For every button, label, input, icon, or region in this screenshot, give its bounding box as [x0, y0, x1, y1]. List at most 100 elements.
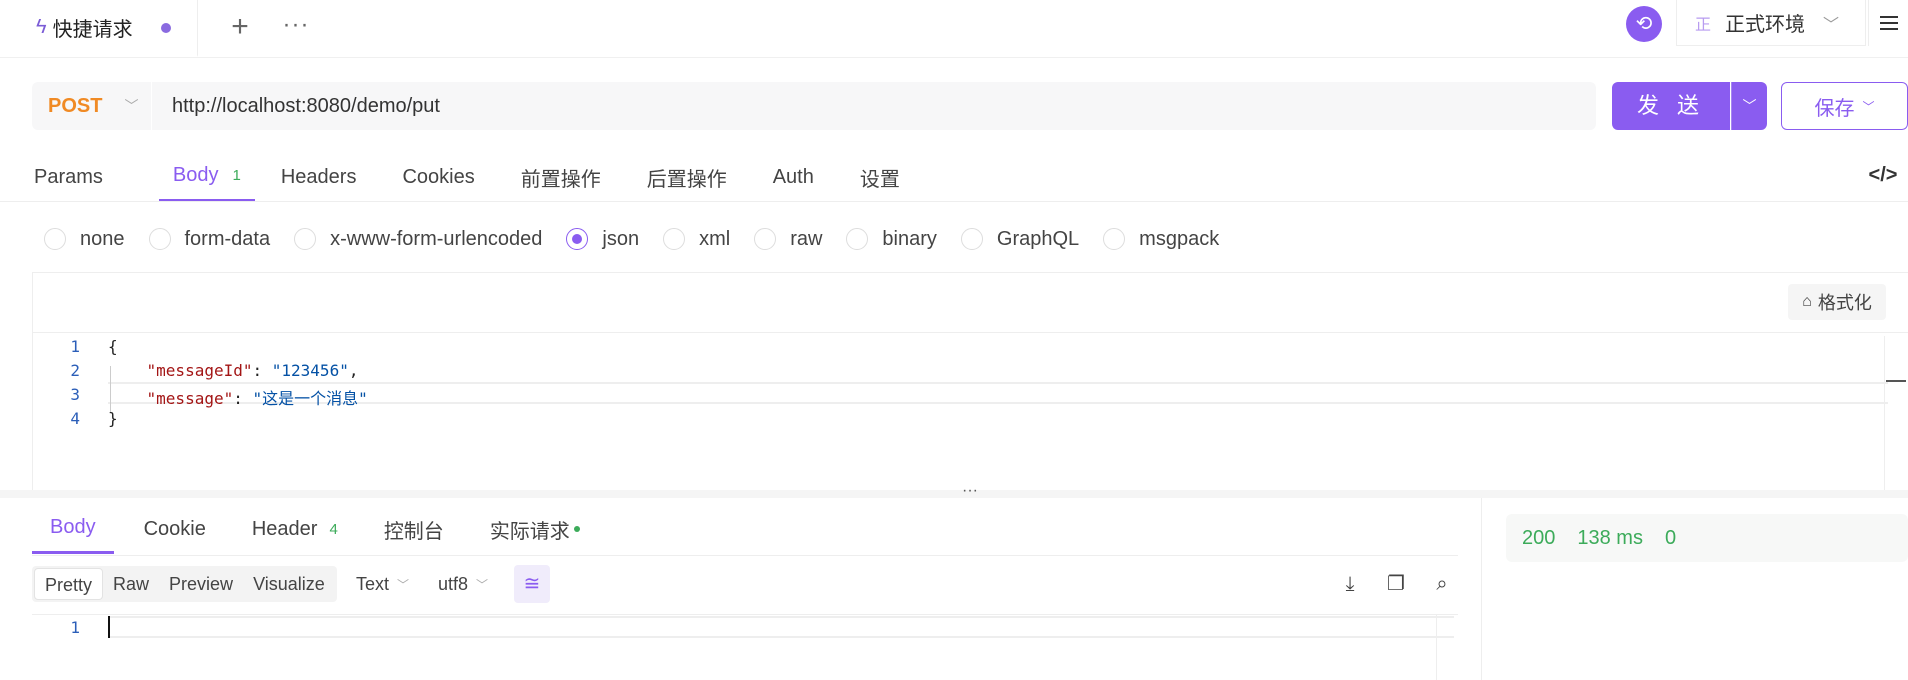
- chevron-down-icon: ﹀: [1862, 99, 1875, 114]
- line-number: 2: [70, 361, 80, 380]
- code-snippet-icon[interactable]: </>: [1868, 160, 1898, 190]
- tab-cookies[interactable]: Cookies: [400, 152, 476, 202]
- radio-label: raw: [790, 227, 823, 250]
- tab-headers[interactable]: Headers: [279, 152, 359, 202]
- body-editor[interactable]: [32, 272, 1908, 490]
- select-value: utf8: [438, 573, 469, 594]
- radio-label: GraphQL: [996, 227, 1080, 250]
- tab-label: 设置: [859, 168, 900, 191]
- editor-scrollbar[interactable]: [1884, 336, 1908, 490]
- response-size: 0: [1664, 526, 1677, 549]
- radio-binary[interactable]: binary: [846, 227, 937, 251]
- environment-select[interactable]: 正 正式环境 ﹀: [1676, 0, 1866, 46]
- radio-xml[interactable]: xml: [663, 228, 730, 251]
- tab-params[interactable]: Params: [32, 152, 105, 202]
- scrollbar-cursor-mark: [1886, 380, 1906, 382]
- tab-auth[interactable]: Auth: [771, 152, 816, 202]
- response-tabs: Body Cookie Header 4 控制台 实际请求: [32, 504, 626, 554]
- tab-count-badge: 4: [329, 520, 338, 538]
- radio-label: binary: [882, 227, 937, 250]
- select-value: Text: [356, 573, 390, 594]
- format-label: 格式化: [1817, 293, 1872, 313]
- response-tab-body[interactable]: Body: [32, 504, 114, 554]
- chevron-down-icon: ﹀: [476, 577, 489, 592]
- request-tab-title: 快捷请求: [52, 19, 133, 41]
- lightning-icon: ϟ: [36, 16, 47, 38]
- active-line-highlight: [108, 382, 1888, 404]
- line-number: 1: [70, 337, 80, 356]
- sync-icon[interactable]: ⟲: [1626, 6, 1662, 42]
- send-options-chevron-icon[interactable]: ﹀: [1731, 82, 1767, 130]
- save-button[interactable]: 保存 ﹀: [1781, 82, 1908, 130]
- menu-icon[interactable]: [1868, 0, 1908, 46]
- tab-count-badge: 1: [232, 167, 241, 184]
- active-line-highlight: [108, 616, 1454, 638]
- content-type-select[interactable]: Text ﹀: [356, 566, 409, 602]
- word-wrap-icon[interactable]: ≅: [514, 565, 550, 603]
- view-mode-visualize[interactable]: Visualize: [243, 568, 335, 600]
- radio-form-data[interactable]: form-data: [148, 228, 270, 251]
- tab-label: 实际请求: [489, 520, 570, 543]
- format-button[interactable]: ⌂ 格式化: [1788, 284, 1886, 320]
- radio-x-www-form-urlencoded[interactable]: x-www-form-urlencoded: [294, 228, 542, 251]
- response-tab-cookie[interactable]: Cookie: [144, 504, 206, 554]
- radio-json[interactable]: json: [566, 228, 639, 251]
- response-status-bar: 200 138 ms 0: [1506, 514, 1908, 562]
- copy-icon[interactable]: ❐: [1382, 570, 1410, 598]
- chevron-down-icon: ﹀: [1823, 16, 1840, 34]
- radio-circle: [294, 228, 317, 250]
- chevron-down-icon: ﹀: [124, 98, 139, 114]
- url-input[interactable]: http://localhost:8080/demo/put: [152, 95, 440, 118]
- add-tab-button[interactable]: +: [222, 10, 258, 46]
- tab-settings[interactable]: 设置: [858, 152, 902, 202]
- view-mode-raw[interactable]: Raw: [103, 568, 159, 600]
- save-label: 保存: [1814, 97, 1855, 120]
- drag-handle-icon[interactable]: ···: [960, 482, 980, 499]
- tab-label: Headers: [280, 165, 357, 188]
- line-number: 4: [70, 409, 80, 428]
- tab-label: Body: [50, 516, 96, 538]
- download-icon[interactable]: ⤓: [1336, 570, 1364, 598]
- radio-raw[interactable]: raw: [754, 228, 822, 251]
- tab-label: 控制台: [383, 520, 444, 543]
- view-mode-pretty[interactable]: Pretty: [34, 568, 104, 600]
- response-scrollbar[interactable]: [1436, 614, 1458, 680]
- radio-graphql[interactable]: GraphQL: [960, 227, 1080, 251]
- radio-circle: [44, 228, 66, 250]
- response-tab-actual-request[interactable]: 实际请求: [490, 504, 580, 554]
- line-number: 1: [70, 618, 80, 637]
- encoding-select[interactable]: utf8 ﹀: [438, 566, 488, 602]
- radio-label: msgpack: [1139, 227, 1220, 250]
- tab-body[interactable]: Body 1: [158, 152, 255, 202]
- body-type-radio-group: none form-data x-www-form-urlencoded jso…: [44, 222, 1243, 256]
- divider: [32, 332, 1908, 333]
- code-line-1: {: [108, 337, 118, 356]
- radio-none[interactable]: none: [44, 228, 125, 251]
- radio-label: none: [80, 227, 125, 250]
- env-badge: 正: [1695, 16, 1712, 34]
- method-select[interactable]: POST ﹀: [32, 82, 152, 130]
- code-line-2: "messageId": "123456",: [146, 361, 359, 380]
- tab-post-operations[interactable]: 后置操作: [645, 152, 729, 202]
- json-key: "messageId": [146, 361, 253, 380]
- method-label: POST: [48, 94, 103, 117]
- send-button[interactable]: 发 送: [1612, 82, 1730, 130]
- unsaved-dot: [160, 22, 171, 33]
- search-icon[interactable]: ⌕: [1428, 570, 1456, 598]
- radio-circle: [960, 228, 983, 250]
- response-tab-header[interactable]: Header 4: [252, 504, 338, 554]
- json-key: "message": [146, 389, 234, 408]
- panel-splitter[interactable]: [0, 490, 1908, 498]
- radio-msgpack[interactable]: msgpack: [1103, 228, 1219, 251]
- divider: [32, 555, 1458, 556]
- request-tab[interactable]: ϟ 快捷请求: [22, 0, 198, 57]
- tab-pre-operations[interactable]: 前置操作: [519, 152, 603, 202]
- tab-label: 前置操作: [520, 168, 601, 191]
- response-tab-console[interactable]: 控制台: [384, 504, 444, 554]
- divider: [0, 201, 1908, 202]
- text-cursor: [108, 616, 110, 638]
- radio-circle: [148, 228, 171, 250]
- more-icon[interactable]: ···: [278, 10, 314, 46]
- view-mode-preview[interactable]: Preview: [159, 568, 243, 600]
- tab-label: Cookies: [402, 165, 475, 188]
